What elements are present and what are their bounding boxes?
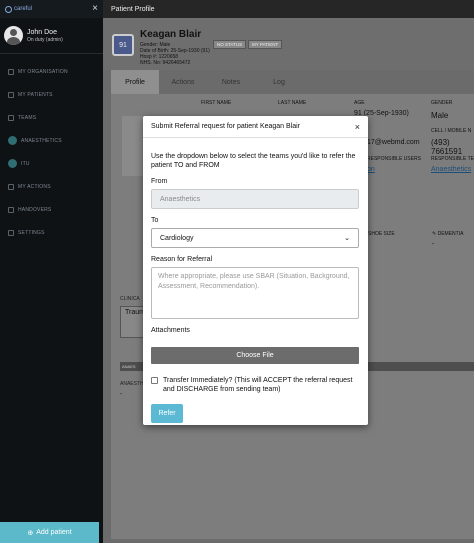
first-name-header: FIRST NAME: [201, 100, 232, 106]
add-patient-label: Add patient: [36, 529, 72, 536]
patient-details: Gender: Male Date of Birth: 25-Sep-1930 …: [140, 42, 210, 66]
to-label: To: [151, 217, 159, 224]
attachments-label: Attachments: [151, 327, 190, 334]
referral-modal: Submit Referral request for patient Keag…: [143, 116, 368, 425]
reason-label: Reason for Referral: [151, 256, 213, 263]
user-name: John Doe: [27, 28, 57, 36]
from-value: Anaesthetics: [160, 195, 201, 203]
modal-title: Submit Referral request for patient Keag…: [151, 123, 301, 130]
handovers-icon: [8, 206, 14, 213]
to-select[interactable]: Cardiology ⌄: [151, 228, 359, 248]
sidebar-item-itu[interactable]: ITU: [0, 152, 103, 175]
sidebar-item-my-actions[interactable]: MY ACTIONS: [0, 175, 103, 198]
sidebar-item-label: TEAMS: [18, 114, 37, 121]
anaes-bar-label: ANAES: [122, 364, 136, 369]
gender-header: GENDER: [431, 100, 453, 106]
teams-icon: [8, 114, 14, 121]
responsible-user-link[interactable]: on: [367, 166, 375, 173]
modal-body: Use the dropdown below to select the tea…: [143, 138, 368, 423]
patient-age-icon: 91: [112, 34, 134, 56]
gender-value: Male: [431, 111, 449, 120]
sidebar-item-my-organisation[interactable]: MY ORGANISATION: [0, 60, 103, 83]
gear-icon: [8, 229, 14, 236]
patient-header: 91 Keagan Blair Gender: Male Date of Bir…: [103, 18, 474, 70]
logo: careful: [5, 5, 33, 13]
dementia-label: DEMENTIA: [437, 231, 464, 237]
tab-log[interactable]: Log: [255, 70, 303, 94]
avatar: [4, 26, 23, 45]
add-patient-button[interactable]: ⊕ Add patient: [0, 522, 99, 543]
trauma-label: Traum: [125, 309, 145, 316]
modal-instructions: Use the dropdown below to select the tea…: [151, 153, 356, 169]
reason-placeholder: Where appropriate, please use SBAR (Situ…: [158, 273, 350, 290]
topbar: Patient Profile: [103, 0, 474, 18]
phone-value: (493) 7661591: [431, 138, 463, 156]
logo-text: careful: [14, 6, 33, 12]
anaesthetics-label: ANAESTH: [120, 381, 144, 387]
age-header: AGE: [354, 100, 365, 106]
sidebar-item-teams[interactable]: TEAMS: [0, 106, 103, 129]
sidebar-item-label: ITU: [21, 160, 30, 167]
sidebar-item-settings[interactable]: SETTINGS: [0, 221, 103, 244]
clinical-label: CLINICA: [120, 296, 140, 302]
reason-textarea[interactable]: Where appropriate, please use SBAR (Situ…: [151, 267, 359, 319]
user-status: On duty (admin): [27, 36, 63, 43]
shoe-size-label: SHOE SIZE: [368, 231, 395, 237]
tab-actions[interactable]: Actions: [159, 70, 207, 94]
user-card[interactable]: John Doe On duty (admin): [0, 18, 103, 54]
sidebar-nav: MY ORGANISATION MY PATIENTS TEAMS ANAEST…: [0, 54, 103, 244]
transfer-checkbox[interactable]: [151, 377, 158, 384]
transfer-label: Transfer Immediately? (This will ACCEPT …: [163, 377, 353, 393]
sidebar-item-label: HANDOVERS: [18, 206, 52, 213]
from-label: From: [151, 178, 168, 185]
add-user-icon: ⊕: [27, 529, 34, 537]
from-field: Anaesthetics: [151, 189, 359, 209]
tab-profile[interactable]: Profile: [111, 70, 159, 94]
sidebar-item-label: ANAESTHETICS: [21, 137, 62, 144]
choose-file-button[interactable]: Choose File: [151, 347, 359, 364]
patients-icon: [8, 91, 14, 98]
chevron-down-icon: ⌄: [344, 235, 350, 242]
responsible-team-header: RESPONSIBLE TE: [431, 156, 474, 162]
modal-header: Submit Referral request for patient Keag…: [143, 116, 368, 138]
sidebar-item-label: SETTINGS: [18, 229, 45, 236]
page-title: Patient Profile: [111, 5, 155, 13]
actions-icon: [8, 183, 14, 190]
team-badge-icon: [8, 159, 17, 168]
anaesthetics-value: -: [120, 391, 123, 398]
team-badge-icon: [8, 136, 17, 145]
responsible-users-header: RESPONSIBLE USERS: [367, 156, 421, 162]
sidebar-item-label: MY PATIENTS: [18, 91, 53, 98]
patient-nhs: NHS. No: 9426465472: [140, 60, 191, 66]
status-badge[interactable]: NO STATUS: [213, 40, 247, 49]
refer-button[interactable]: Refer: [151, 404, 183, 423]
pencil-icon[interactable]: ✎: [432, 231, 436, 237]
phone-header: CELL / MOBILE N: [431, 128, 472, 134]
sidebar-item-label: MY ORGANISATION: [18, 68, 68, 75]
email-value: 17@webmd.com: [367, 139, 420, 146]
my-patient-badge[interactable]: MY PATIENT: [248, 40, 283, 49]
organisation-icon: [8, 68, 14, 75]
sidebar-item-anaesthetics[interactable]: ANAESTHETICS: [0, 129, 103, 152]
logo-icon: [5, 5, 12, 13]
dementia-field: ✎ DEMENTIA -: [432, 231, 463, 248]
close-icon[interactable]: ×: [355, 122, 360, 132]
sidebar-item-my-patients[interactable]: MY PATIENTS: [0, 83, 103, 106]
transfer-row: Transfer Immediately? (This will ACCEPT …: [151, 376, 360, 394]
dementia-value: -: [432, 241, 435, 248]
sidebar-top: careful ×: [0, 0, 103, 18]
to-value: Cardiology: [160, 234, 194, 242]
tab-notes[interactable]: Notes: [207, 70, 255, 94]
last-name-header: LAST NAME: [278, 100, 307, 106]
patient-age-badge: 91: [119, 41, 127, 49]
close-sidebar-icon[interactable]: ×: [92, 4, 98, 14]
sidebar-item-handovers[interactable]: HANDOVERS: [0, 198, 103, 221]
patient-name: Keagan Blair: [140, 29, 202, 40]
sidebar-item-label: MY ACTIONS: [18, 183, 51, 190]
tab-bar: Profile Actions Notes Log: [111, 70, 303, 94]
sidebar: careful × John Doe On duty (admin) MY OR…: [0, 0, 103, 543]
responsible-team-link[interactable]: Anaesthetics: [431, 166, 471, 173]
